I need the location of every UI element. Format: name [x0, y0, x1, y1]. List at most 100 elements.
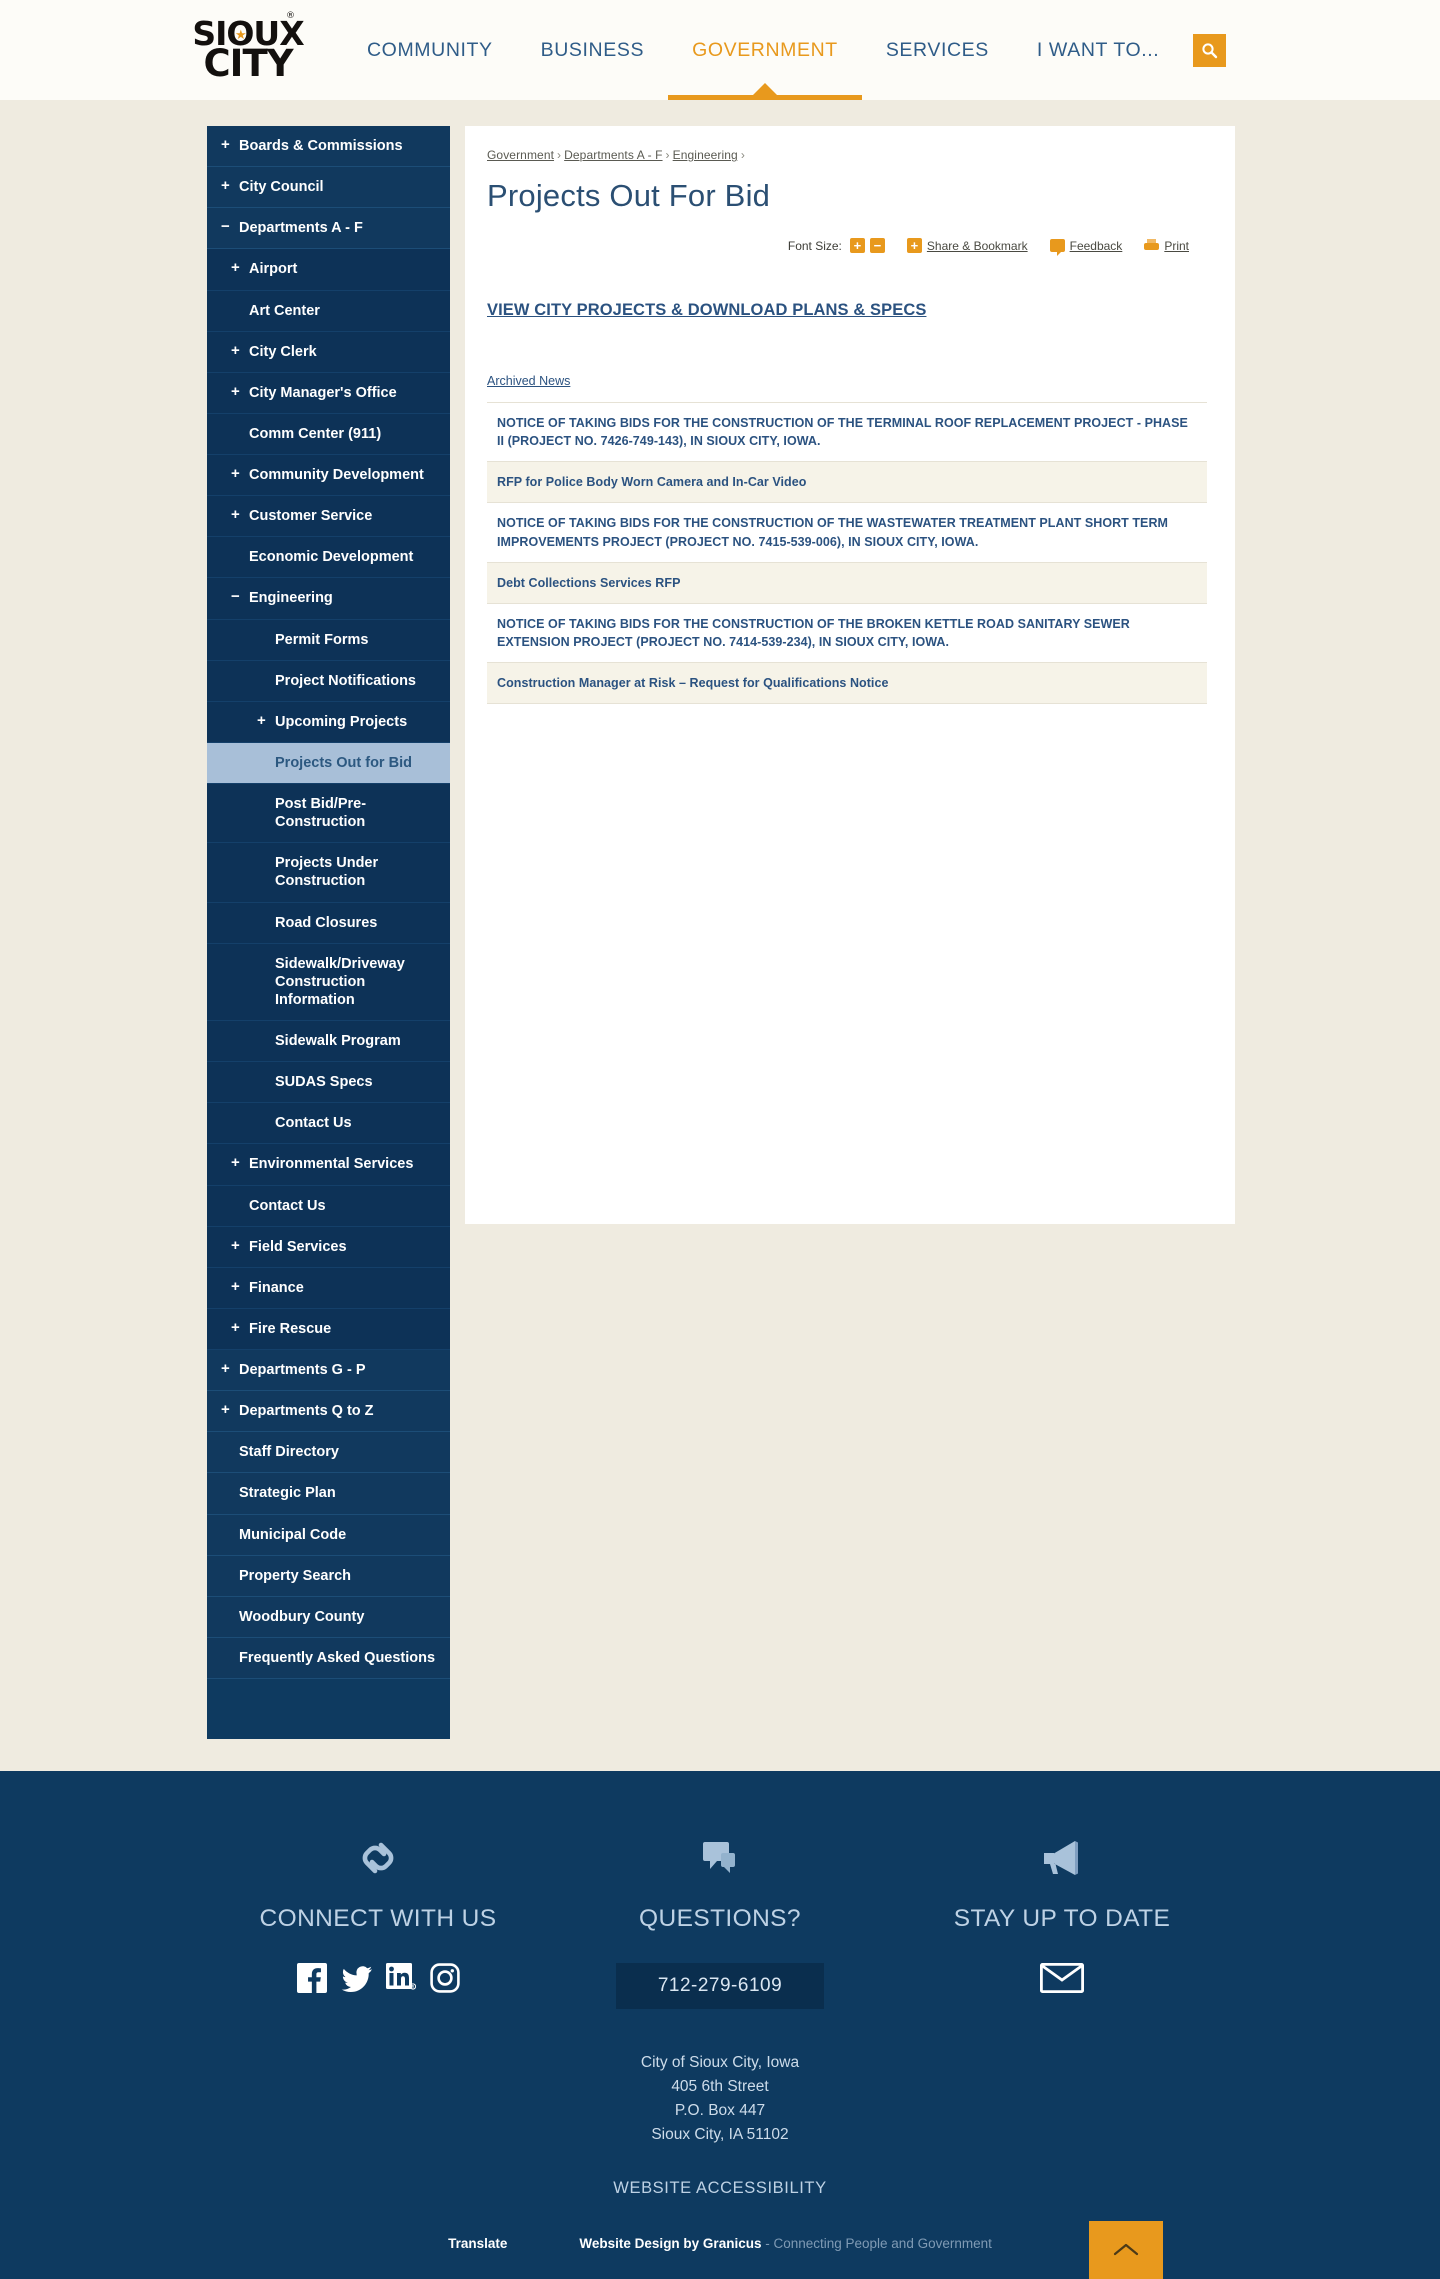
sidebar-item-departments-g-p[interactable]: + Departments G - P	[207, 1350, 450, 1392]
sidebar-item-permit-forms[interactable]: Permit Forms	[207, 619, 450, 661]
sidebar-item-engineering[interactable]: − Engineering	[207, 578, 450, 620]
sidebar-item-community-development[interactable]: + Community Development	[207, 455, 450, 497]
collapse-icon[interactable]: −	[221, 219, 235, 236]
sidebar-item-project-notifications[interactable]: Project Notifications	[207, 660, 450, 702]
sidebar-item-city-manager-s-office[interactable]: + City Manager's Office	[207, 372, 450, 414]
sidebar-item-label: Departments A - F	[239, 220, 363, 237]
sidebar-item-strategic-plan[interactable]: Strategic Plan	[207, 1473, 450, 1515]
phone-number-button[interactable]: 712-279-6109	[615, 1963, 825, 2009]
link-chain-icon	[207, 1827, 549, 1889]
sidebar-item-upcoming-projects[interactable]: + Upcoming Projects	[207, 701, 450, 743]
sidebar-item-fire-rescue[interactable]: + Fire Rescue	[207, 1308, 450, 1350]
sidebar-item-sidewalk-program[interactable]: Sidewalk Program	[207, 1021, 450, 1063]
sidebar-item-finance[interactable]: + Finance	[207, 1267, 450, 1309]
sidebar-item-property-search[interactable]: Property Search	[207, 1555, 450, 1597]
sidebar-item-customer-service[interactable]: + Customer Service	[207, 496, 450, 538]
expand-icon[interactable]: +	[257, 712, 271, 730]
font-size-decrease-button[interactable]: −	[869, 238, 885, 253]
translate-link[interactable]: Translate	[448, 2236, 507, 2251]
sidebar-item-economic-development[interactable]: Economic Development	[207, 537, 450, 579]
sidebar-item-departments-q-to-z[interactable]: + Departments Q to Z	[207, 1391, 450, 1433]
footer-questions-title: QUESTIONS?	[639, 1905, 801, 1932]
sidebar-item-comm-center-911[interactable]: Comm Center (911)	[207, 413, 450, 455]
sidebar-item-departments-a-f[interactable]: − Departments A - F	[207, 208, 450, 250]
notice-item[interactable]: NOTICE OF TAKING BIDS FOR THE CONSTRUCTI…	[487, 403, 1207, 463]
nav-item-business[interactable]: BUSINESS	[517, 0, 668, 100]
nav-item-i-want-to[interactable]: I WANT TO...	[1013, 0, 1183, 100]
sidebar-item-sidewalk-driveway-construction-information[interactable]: Sidewalk/Driveway Construction Informati…	[207, 943, 450, 1021]
expand-icon[interactable]: +	[231, 1319, 245, 1337]
sidebar-item-airport[interactable]: + Airport	[207, 249, 450, 291]
breadcrumb-separator: ›	[740, 148, 745, 162]
notice-item[interactable]: RFP for Police Body Worn Camera and In-C…	[487, 462, 1207, 504]
search-icon[interactable]	[1193, 33, 1227, 67]
sidebar-item-road-closures[interactable]: Road Closures	[207, 902, 450, 944]
expand-icon[interactable]: +	[221, 136, 235, 154]
sidebar-item-staff-directory[interactable]: Staff Directory	[207, 1432, 450, 1474]
sidebar-item-environmental-services[interactable]: + Environmental Services	[207, 1144, 450, 1186]
breadcrumb-link[interactable]: Government	[487, 148, 554, 162]
site-logo[interactable]: ® SIOUX ★ CITY	[192, 12, 304, 87]
expand-icon[interactable]: +	[231, 342, 245, 360]
active-nav-caret-icon	[751, 83, 778, 96]
sidebar-item-woodbury-county[interactable]: Woodbury County	[207, 1596, 450, 1638]
facebook-icon[interactable]	[296, 1963, 327, 1998]
email-envelope-icon[interactable]	[1039, 1962, 1085, 1998]
view-city-projects-link[interactable]: VIEW CITY PROJECTS & DOWNLOAD PLANS & SP…	[487, 301, 1207, 320]
nav-item-services[interactable]: SERVICES	[862, 0, 1013, 100]
sidebar-item-label: Property Search	[239, 1567, 352, 1584]
share-plus-icon[interactable]: +	[906, 238, 922, 253]
sidebar-item-field-services[interactable]: + Field Services	[207, 1226, 450, 1268]
sidebar-item-art-center[interactable]: Art Center	[207, 290, 450, 332]
archived-news-link[interactable]: Archived News	[487, 374, 570, 388]
collapse-icon[interactable]: −	[231, 589, 245, 606]
notice-list: NOTICE OF TAKING BIDS FOR THE CONSTRUCTI…	[487, 402, 1207, 705]
twitter-icon[interactable]	[341, 1963, 372, 1998]
notice-item[interactable]: NOTICE OF TAKING BIDS FOR THE CONSTRUCTI…	[487, 503, 1207, 563]
notice-item[interactable]: Construction Manager at Risk – Request f…	[487, 663, 1207, 705]
expand-icon[interactable]: +	[231, 465, 245, 483]
expand-icon[interactable]: +	[231, 1278, 245, 1296]
sidebar-item-boards-commissions[interactable]: + Boards & Commissions	[207, 126, 450, 168]
sidebar-item-city-council[interactable]: + City Council	[207, 167, 450, 209]
design-credit-tagline: - Connecting People and Government	[761, 2236, 992, 2252]
notice-item[interactable]: Debt Collections Services RFP	[487, 562, 1207, 604]
expand-icon[interactable]: +	[231, 1237, 245, 1255]
expand-icon[interactable]: +	[231, 260, 245, 277]
expand-icon[interactable]: +	[231, 1155, 245, 1172]
design-credit-link[interactable]: Website Design by Granicus	[579, 2236, 761, 2251]
sidebar-item-sudas-specs[interactable]: SUDAS Specs	[207, 1062, 450, 1104]
breadcrumb-link[interactable]: Departments A - F	[564, 148, 662, 162]
font-size-increase-button[interactable]: +	[849, 238, 865, 253]
footer-column-stay-updated: STAY UP TO DATE	[891, 1827, 1233, 2009]
share-bookmark-link[interactable]: Share & Bookmark	[927, 239, 1028, 253]
sidebar-item-contact-us[interactable]: Contact Us	[207, 1185, 450, 1227]
back-to-top-icon[interactable]	[1089, 2221, 1163, 2279]
expand-icon[interactable]: +	[231, 507, 245, 524]
sidebar-item-municipal-code[interactable]: Municipal Code	[207, 1514, 450, 1556]
sidebar-item-projects-out-for-bid[interactable]: Projects Out for Bid	[207, 742, 450, 784]
expand-icon[interactable]: +	[221, 1402, 235, 1419]
sidebar-item-post-bid-pre-construction[interactable]: Post Bid/Pre-Construction	[207, 784, 450, 844]
footer-column-connect: CONNECT WITH US R	[207, 1827, 549, 2009]
print-link[interactable]: Print	[1164, 239, 1189, 253]
feedback-link[interactable]: Feedback	[1070, 239, 1123, 253]
expand-icon[interactable]: +	[221, 1360, 235, 1378]
expand-icon[interactable]: +	[221, 178, 235, 195]
sidebar-item-frequently-asked-questions[interactable]: Frequently Asked Questions	[207, 1637, 450, 1679]
feedback-icon[interactable]	[1049, 239, 1065, 256]
breadcrumb-link[interactable]: Engineering	[673, 148, 738, 162]
nav-item-community[interactable]: COMMUNITY	[343, 0, 517, 100]
expand-icon[interactable]: +	[231, 383, 245, 401]
breadcrumb: Government › Departments A - F › Engineering…	[487, 148, 1207, 162]
notice-item[interactable]: NOTICE OF TAKING BIDS FOR THE CONSTRUCTI…	[487, 604, 1207, 663]
instagram-icon[interactable]	[429, 1963, 460, 1998]
nav-item-government[interactable]: GOVERNMENT	[668, 0, 862, 100]
sidebar-item-city-clerk[interactable]: + City Clerk	[207, 331, 450, 373]
sidebar-item-projects-under-construction[interactable]: Projects Under Construction	[207, 843, 450, 903]
website-accessibility-link[interactable]: WEBSITE ACCESSIBILITY	[0, 2179, 1440, 2198]
sidebar-item-contact-us[interactable]: Contact Us	[207, 1103, 450, 1145]
sidebar-item-label: Fire Rescue	[249, 1320, 332, 1337]
printer-icon[interactable]	[1144, 239, 1160, 252]
linkedin-icon[interactable]: R	[385, 1963, 416, 1998]
